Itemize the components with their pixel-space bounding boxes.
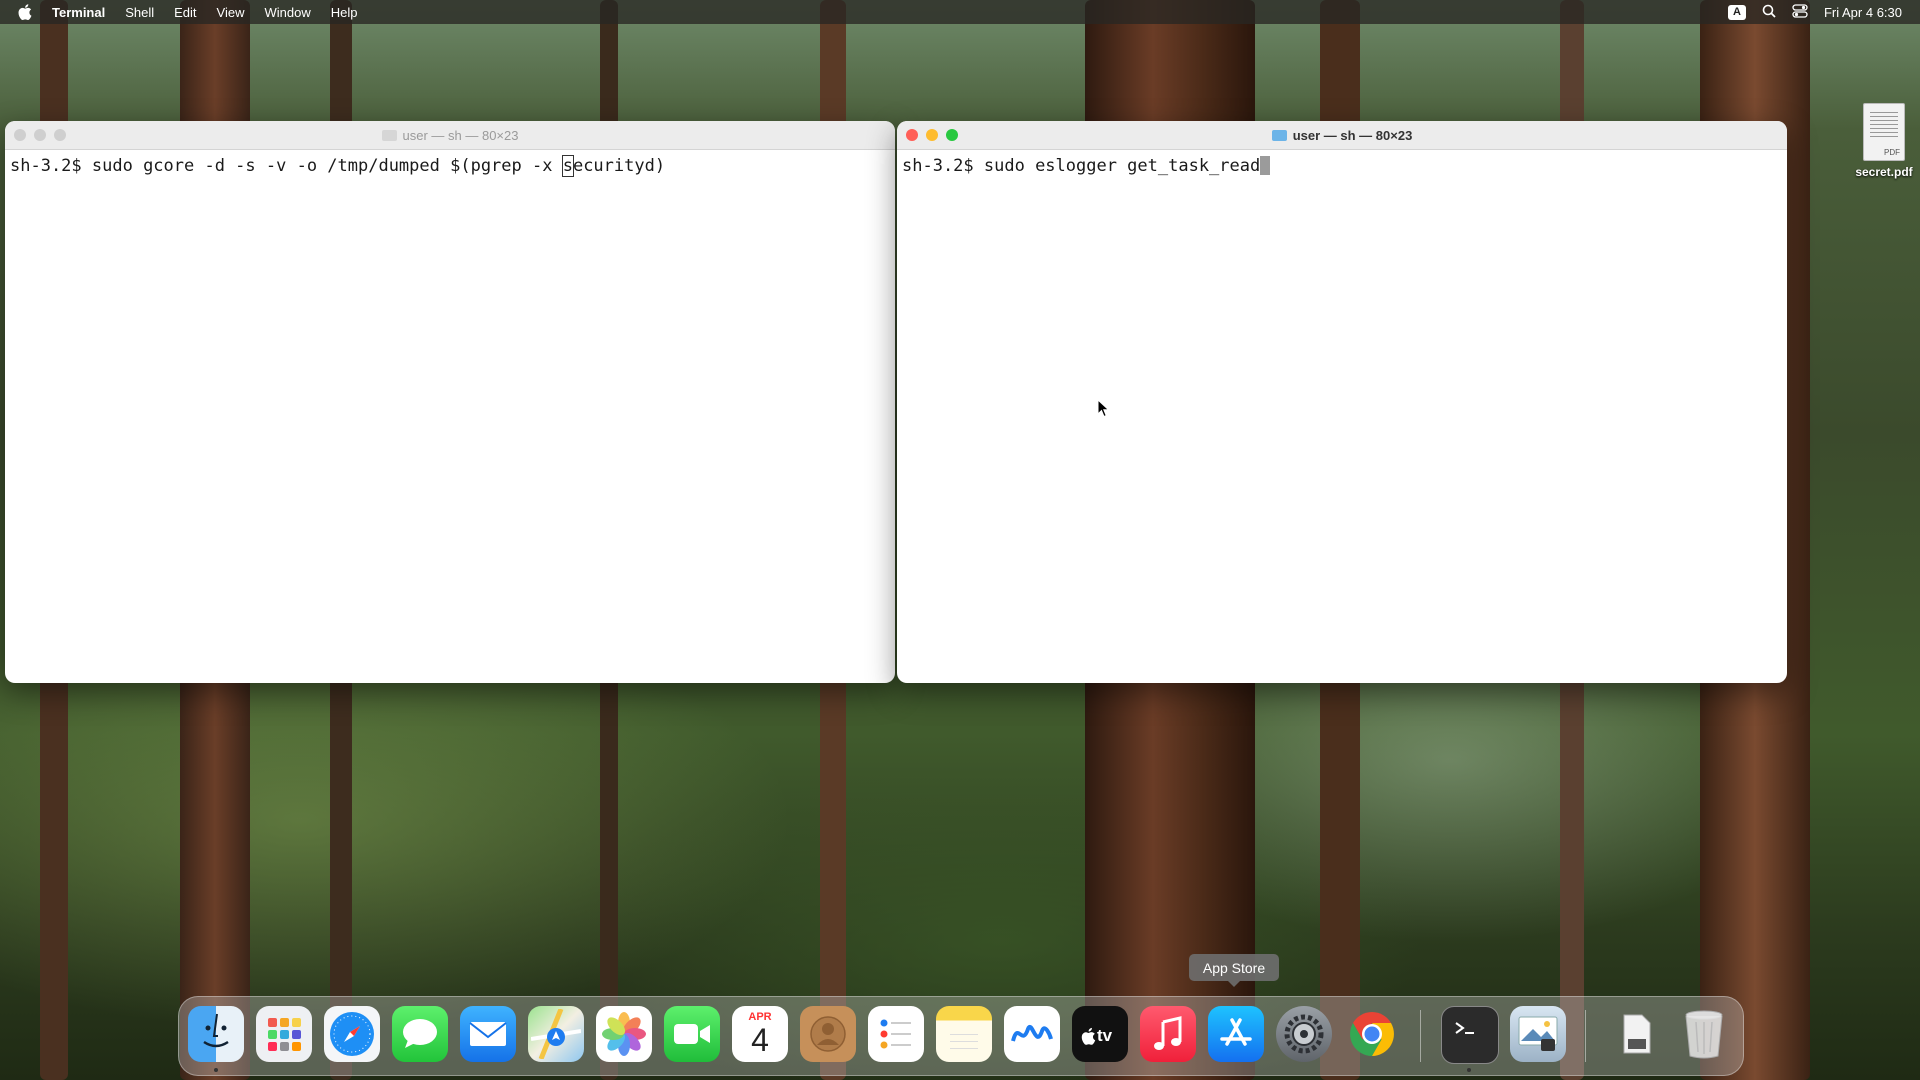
control-center-icon[interactable]	[1792, 3, 1808, 21]
window-titlebar[interactable]: user — sh — 80×23	[5, 121, 895, 150]
zoom-button[interactable]	[946, 129, 958, 141]
spotlight-search-icon[interactable]	[1762, 4, 1776, 21]
folder-icon	[1271, 129, 1287, 141]
menu-shell[interactable]: Shell	[125, 5, 154, 20]
terminal-content[interactable]: sh-3.2$ sudo eslogger get_task_read	[897, 150, 1787, 182]
minimize-button[interactable]	[926, 129, 938, 141]
command-text-rest: ecurityd)	[572, 156, 666, 176]
menu-help[interactable]: Help	[331, 5, 358, 20]
terminal-icon[interactable]	[1441, 1006, 1499, 1064]
menu-clock[interactable]: Fri Apr 4 6:30	[1824, 5, 1902, 20]
freeform-icon[interactable]	[1004, 1006, 1060, 1062]
svg-text:tv: tv	[1097, 1026, 1113, 1045]
command-text: sudo eslogger get_task_read	[973, 156, 1261, 176]
dock-separator	[1420, 1010, 1421, 1062]
window-title: user — sh — 80×23	[1292, 127, 1413, 143]
downloads-stack-icon[interactable]	[1608, 1006, 1664, 1062]
system-settings-icon[interactable]	[1276, 1006, 1332, 1062]
maps-icon[interactable]	[528, 1006, 584, 1062]
folder-icon	[381, 129, 397, 141]
dock-separator	[1585, 1010, 1586, 1062]
file-name-label: secret.pdf	[1855, 165, 1913, 179]
terminal-content[interactable]: sh-3.2$ sudo gcore -d -s -v -o /tmp/dump…	[5, 150, 895, 182]
photos-icon[interactable]	[596, 1006, 652, 1062]
music-icon[interactable]	[1140, 1006, 1196, 1062]
apple-tv-icon[interactable]: tv	[1072, 1006, 1128, 1062]
desktop-file-secret-pdf[interactable]: PDF secret.pdf	[1852, 103, 1916, 179]
menu-bar: Terminal Shell Edit View Window Help A F…	[0, 0, 1920, 24]
finder-running-dot	[214, 1068, 218, 1072]
trash-icon[interactable]	[1676, 1006, 1732, 1062]
contacts-icon[interactable]	[800, 1006, 856, 1062]
calendar-icon[interactable]: APR 4	[732, 1006, 788, 1062]
messages-icon[interactable]	[392, 1006, 448, 1062]
apple-logo-icon[interactable]	[18, 4, 38, 20]
minimize-button[interactable]	[34, 129, 46, 141]
window-titlebar[interactable]: user — sh — 80×23	[897, 121, 1787, 150]
app-store-icon[interactable]	[1208, 1006, 1264, 1062]
launchpad-icon[interactable]	[256, 1006, 312, 1062]
text-cursor: s	[561, 155, 574, 177]
zoom-button[interactable]	[54, 129, 66, 141]
close-button[interactable]	[14, 129, 26, 141]
shell-prompt: sh-3.2$	[10, 156, 82, 176]
finder-icon[interactable]	[188, 1006, 244, 1062]
calendar-day: 4	[751, 1022, 769, 1058]
menu-window[interactable]: Window	[265, 5, 311, 20]
chrome-icon[interactable]	[1344, 1006, 1400, 1062]
dock-tooltip: App Store	[1189, 954, 1279, 987]
preview-icon[interactable]	[1510, 1006, 1566, 1062]
facetime-icon[interactable]	[664, 1006, 720, 1062]
menu-edit[interactable]: Edit	[174, 5, 196, 20]
menu-view[interactable]: View	[217, 5, 245, 20]
reminders-icon[interactable]	[868, 1006, 924, 1062]
window-title: user — sh — 80×23	[402, 127, 519, 143]
close-button[interactable]	[906, 129, 918, 141]
mail-icon[interactable]	[460, 1006, 516, 1062]
pdf-file-icon: PDF	[1863, 103, 1905, 161]
terminal-window-left[interactable]: user — sh — 80×23 sh-3.2$ sudo gcore -d …	[5, 121, 895, 683]
mouse-pointer-icon	[1097, 399, 1110, 418]
terminal-window-right[interactable]: user — sh — 80×23 sh-3.2$ sudo eslogger …	[897, 121, 1787, 683]
shell-prompt: sh-3.2$	[902, 156, 974, 176]
command-text: sudo gcore -d -s -v -o /tmp/dumped $(pgr…	[81, 156, 563, 176]
safari-icon[interactable]	[324, 1006, 380, 1062]
menu-app-name[interactable]: Terminal	[52, 5, 105, 20]
notes-icon[interactable]	[936, 1006, 992, 1062]
input-source-badge[interactable]: A	[1728, 4, 1746, 20]
text-cursor	[1260, 156, 1271, 175]
terminal-running-dot	[1467, 1068, 1471, 1072]
